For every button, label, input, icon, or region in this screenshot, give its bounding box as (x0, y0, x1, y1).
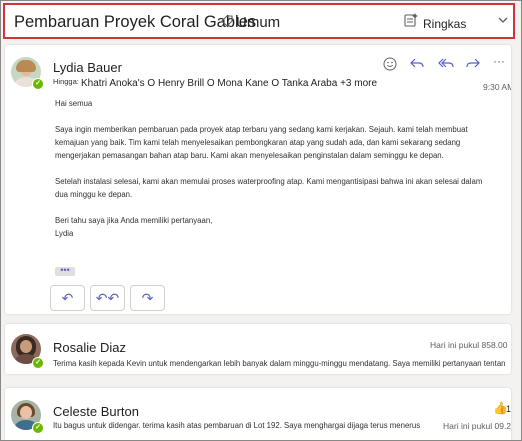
tag-icon[interactable] (221, 15, 233, 30)
reply-icon[interactable] (409, 56, 425, 73)
presence-icon: ✓ (32, 357, 44, 369)
conversation-title: Pembaruan Proyek Coral Gables (14, 13, 257, 31)
closing: Beri tahu saya jika Anda memiliki pertan… (55, 216, 213, 225)
timestamp: 9:30 AM (483, 82, 511, 92)
sender-name[interactable]: Rosalie Diaz (53, 340, 126, 355)
emoji-icon[interactable] (383, 57, 397, 74)
message-body: Hai semua Saya ingin memberikan pembarua… (55, 97, 495, 240)
sender-name[interactable]: Celeste Burton (53, 404, 139, 419)
timestamp: Hari ini pukul 09.23 (443, 421, 511, 431)
timestamp: Hari ini pukul 858.00 (430, 340, 508, 350)
show-more-button[interactable]: ••• (55, 266, 75, 276)
forward-icon[interactable] (465, 56, 481, 73)
reply-icon: ↶ (61, 290, 74, 306)
reading-pane: Pembaruan Proyek Coral Gables Umum Ringk… (0, 0, 522, 441)
message-preview: Terima kasih kepada Kevin untuk mendenga… (53, 359, 505, 368)
view-mode-label[interactable]: Ringkas (423, 17, 466, 31)
presence-icon: ✓ (32, 422, 44, 434)
message-collapsed[interactable]: ✓ Celeste Burton 👍 1 Hari ini pukul 09.2… (5, 388, 511, 440)
presence-icon: ✓ (32, 78, 44, 90)
body-paragraph: Setelah instalasi selesai, kami akan mem… (55, 177, 483, 199)
signature: Lydia (55, 229, 74, 238)
reaction-count: 1 (506, 404, 511, 414)
reply-all-icon: ↶↶ (95, 290, 120, 306)
reply-all-button[interactable]: ↶↶ (90, 285, 125, 311)
forward-button[interactable]: ↷ (130, 285, 165, 311)
reply-all-icon[interactable] (437, 56, 455, 73)
category-label[interactable]: Umum (236, 14, 280, 31)
message-collapsed[interactable]: ✓ Rosalie Diaz Hari ini pukul 858.00 Ter… (5, 324, 511, 374)
recipient-list[interactable]: Khatri Anoka's O Henry Brill O Mona Kane… (81, 78, 377, 89)
more-options-icon[interactable]: ··· (493, 54, 505, 68)
greeting: Hai semua (55, 99, 93, 108)
chevron-down-icon[interactable] (497, 14, 509, 29)
conversation-header: Pembaruan Proyek Coral Gables Umum Ringk… (3, 3, 515, 39)
summary-icon[interactable] (403, 12, 419, 32)
reply-button[interactable]: ↶ (50, 285, 85, 311)
message-expanded[interactable]: ✓ Lydia Bauer Hingga: Khatri Anoka's O H… (5, 45, 511, 314)
body-paragraph: Saya ingin memberikan pembaruan pada pro… (55, 125, 468, 160)
forward-icon: ↷ (141, 290, 154, 306)
message-preview: Itu bagus untuk didengar. terima kasih a… (53, 421, 421, 430)
to-label: Hingga: (53, 77, 79, 86)
sender-name[interactable]: Lydia Bauer (53, 60, 122, 75)
